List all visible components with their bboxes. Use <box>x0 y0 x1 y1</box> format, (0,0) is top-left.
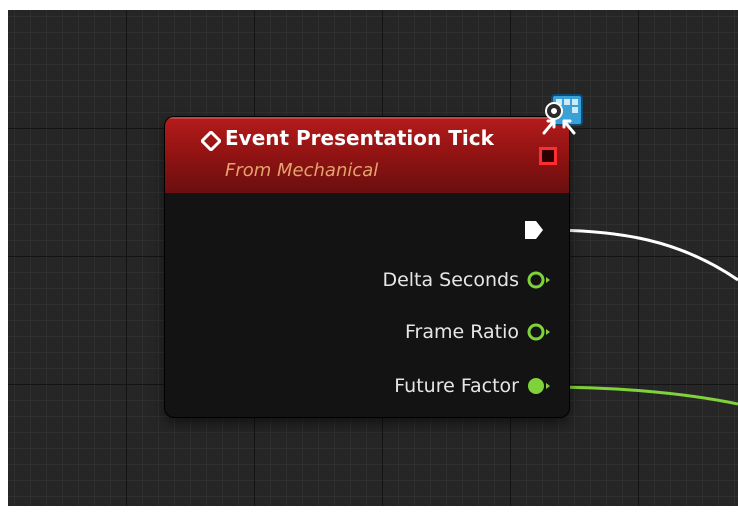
pin-label-frame-ratio: Frame Ratio <box>404 321 519 343</box>
pin-row-frame-ratio[interactable]: Frame Ratio <box>405 319 551 345</box>
float-pin-icon[interactable] <box>527 322 551 342</box>
float-pin-icon[interactable] <box>527 270 551 290</box>
event-node[interactable]: Event Presentation Tick From Mechanical … <box>165 94 583 417</box>
pin-row-delta-seconds[interactable]: Delta Seconds <box>382 267 551 293</box>
node-title: Event Presentation Tick <box>225 126 494 150</box>
blueprint-badge-icon <box>542 94 583 135</box>
pin-label-delta-seconds: Delta Seconds <box>382 269 519 291</box>
pin-label-future-factor: Future Factor <box>394 375 519 397</box>
float-pin-connected-icon[interactable] <box>527 376 551 396</box>
exec-wire[interactable] <box>543 228 738 282</box>
event-diamond-icon <box>201 131 221 151</box>
pin-row-future-factor[interactable]: Future Factor <box>394 373 551 399</box>
future-factor-wire[interactable] <box>543 385 738 406</box>
node-subtitle: From Mechanical <box>225 160 379 181</box>
node-header[interactable]: Event Presentation Tick From Mechanical <box>165 117 569 193</box>
exec-output-pin[interactable] <box>523 219 545 241</box>
stop-icon <box>539 147 557 165</box>
